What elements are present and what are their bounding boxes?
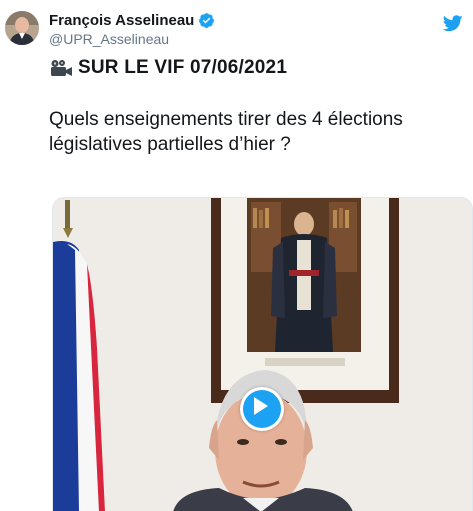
display-name[interactable]: François Asselineau	[49, 12, 194, 29]
avatar[interactable]	[5, 11, 39, 45]
play-icon	[254, 397, 268, 415]
verified-badge-icon	[198, 12, 215, 29]
author-row: François Asselineau	[49, 10, 215, 30]
tweet-text: Quels enseignements tirer des 4 élection…	[49, 109, 403, 155]
headline-line: SUR LE VIF 07/06/2021	[49, 56, 287, 80]
headline-text: SUR LE VIF 07/06/2021	[78, 57, 288, 78]
twitter-bird-icon[interactable]	[442, 15, 463, 32]
movie-camera-icon	[49, 59, 73, 77]
handle[interactable]: @UPR_Asselineau	[49, 31, 169, 47]
video-thumbnail	[53, 198, 472, 511]
video-media[interactable]	[52, 197, 473, 511]
play-button[interactable]	[240, 387, 284, 431]
